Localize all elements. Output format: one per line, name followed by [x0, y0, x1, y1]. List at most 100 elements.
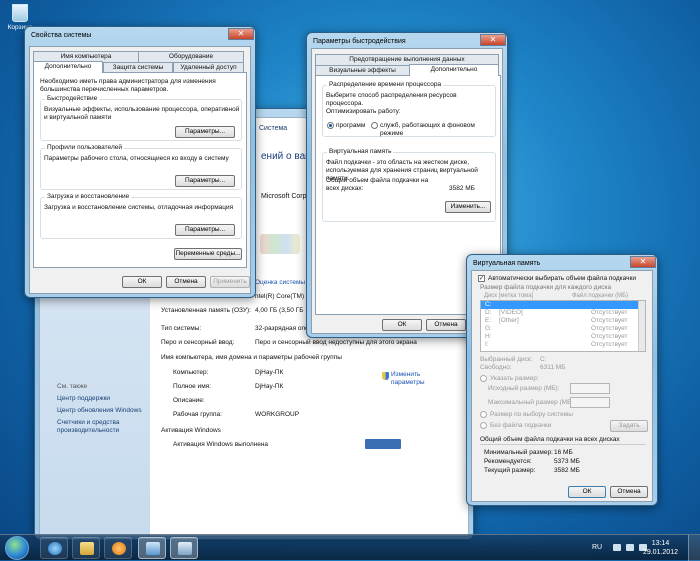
group-description: Визуальные эффекты, использование процес…: [44, 106, 240, 121]
user-profiles-group: Профили пользователей Параметры рабочего…: [40, 144, 242, 190]
radio-custom-size[interactable]: [480, 375, 487, 382]
selected-drive-label: Выбранный диск:: [480, 356, 533, 363]
genuine-badge: [365, 439, 401, 449]
change-virtual-memory-button[interactable]: Изменить...: [445, 201, 491, 213]
auto-pagefile-checkbox[interactable]: ✓: [478, 275, 485, 282]
cancel-button[interactable]: Отмена: [426, 319, 466, 331]
initial-size-input[interactable]: [570, 383, 610, 394]
dialog-body: ✓ Автоматически выбирать объем файла под…: [471, 270, 653, 502]
taskbar-control-panel[interactable]: [138, 537, 166, 559]
environment-variables-button[interactable]: Переменные среды...: [174, 248, 242, 260]
taskbar-media-player[interactable]: [104, 537, 132, 559]
control-panel-icon: [146, 542, 160, 555]
language-indicator[interactable]: RU: [592, 544, 602, 551]
shield-icon: [382, 372, 389, 380]
tab-label: Дополнительно: [430, 66, 478, 73]
group-description: Выберите способ распределения ресурсов п…: [326, 92, 457, 107]
startup-settings-button[interactable]: Параметры...: [175, 224, 235, 236]
info-label: Рабочая группа:: [173, 411, 222, 418]
network-icon[interactable]: [626, 544, 634, 551]
window-controls: ✕: [480, 34, 506, 46]
ok-button[interactable]: ОК: [122, 276, 162, 288]
ok-button[interactable]: ОК: [382, 319, 422, 331]
tab-label: Предотвращение выполнения данных: [349, 56, 465, 63]
info-label: Тип системы:: [161, 325, 202, 332]
max-size-label: Максимальный размер (МБ):: [488, 399, 576, 406]
taskbar-ie[interactable]: [40, 537, 68, 559]
clock[interactable]: 13:14 29.01.2012: [643, 539, 678, 557]
performance-settings-button[interactable]: Параметры...: [175, 126, 235, 138]
see-also-link[interactable]: Центр обновления Windows: [57, 407, 149, 415]
info-label: Установленная память (ОЗУ):: [161, 307, 251, 314]
drive-status: Отсутствует: [591, 317, 628, 324]
max-size-input[interactable]: [570, 397, 610, 408]
auto-pagefile-label: Автоматически выбирать объем файла подка…: [488, 275, 636, 282]
section-computer-name: Имя компьютера, имя домена и параметры р…: [161, 354, 342, 361]
dialog-title: Свойства системы: [31, 32, 92, 39]
radio-programs[interactable]: [327, 122, 334, 129]
virtual-memory-group: Виртуальная память Файл подкачки - это о…: [322, 148, 496, 222]
tab-hardware[interactable]: Оборудование: [138, 51, 244, 62]
tab-label: Оборудование: [168, 53, 214, 60]
ok-button[interactable]: ОК: [568, 486, 606, 498]
drive-letter: I:: [485, 341, 489, 348]
close-button[interactable]: ✕: [228, 28, 254, 40]
see-also-heading: См. также: [57, 383, 88, 390]
taskbar-system-properties[interactable]: [170, 537, 198, 559]
breadcrumb[interactable]: Система: [259, 125, 287, 132]
group-title: Профили пользователей: [45, 144, 124, 151]
folder-icon: [80, 542, 94, 555]
flag-icon[interactable]: [613, 544, 621, 551]
tab-advanced[interactable]: Дополнительно: [409, 64, 499, 76]
recommended-value: 5373 МБ: [554, 458, 580, 465]
drive-row[interactable]: I: Отсутствует: [481, 341, 639, 349]
profiles-settings-button[interactable]: Параметры...: [175, 175, 235, 187]
drive-list[interactable]: C: D: [VIDEO] Отсутствует E: [Other] Отсутству…: [480, 300, 646, 352]
dialog-body: Имя компьютера Оборудование Дополнительн…: [29, 46, 251, 294]
drive-row[interactable]: C:: [481, 301, 639, 309]
tab-label: Визуальные эффекты: [329, 67, 396, 74]
group-description: Параметры рабочего стола, относящиеся ко…: [44, 155, 229, 162]
drive-letter: G:: [485, 325, 492, 332]
drive-list-scrollbar[interactable]: [638, 301, 645, 351]
change-settings-link[interactable]: Изменить параметры: [382, 371, 441, 387]
group-description: Загрузка и восстановление системы, отлад…: [44, 204, 234, 211]
tab-advanced[interactable]: Дополнительно: [33, 61, 103, 73]
tab-label: Имя компьютера: [60, 53, 112, 60]
cancel-button[interactable]: Отмена: [166, 276, 206, 288]
cancel-button[interactable]: Отмена: [610, 486, 648, 498]
free-space-value: 6311 МБ: [540, 364, 566, 371]
radio-programs-label: программ: [336, 122, 366, 129]
radio-no-pagefile[interactable]: [480, 422, 487, 429]
min-size-label: Минимальный размер:: [484, 449, 553, 456]
radio-background-services[interactable]: [371, 122, 378, 129]
optimize-label: Оптимизировать работу:: [326, 108, 401, 115]
change-settings-link-label: Изменить параметры: [391, 371, 425, 386]
windows-logo: [260, 234, 300, 254]
group-title: Виртуальная память: [327, 148, 394, 155]
free-space-label: Свободно:: [480, 364, 512, 371]
apply-button[interactable]: Применить: [210, 276, 250, 288]
drive-row[interactable]: G: Отсутствует: [481, 325, 639, 333]
drive-row[interactable]: H: Отсутствует: [481, 333, 639, 341]
clock-date: 29.01.2012: [642, 549, 678, 556]
drive-status: Отсутствует: [591, 309, 628, 316]
set-button[interactable]: Задать: [610, 420, 648, 432]
drive-row[interactable]: E: [Other] Отсутствует: [481, 317, 639, 325]
close-button[interactable]: ✕: [480, 34, 506, 46]
close-button[interactable]: ✕: [630, 256, 656, 268]
recycle-bin-icon: [12, 4, 28, 22]
drive-row[interactable]: D: [VIDEO] Отсутствует: [481, 309, 639, 317]
total-group-divider: [480, 444, 646, 445]
column-drive: Диск [метка тома]: [484, 293, 534, 299]
start-button[interactable]: [5, 536, 29, 560]
see-also-link[interactable]: Счетчики и средства производительности: [57, 419, 149, 435]
advanced-tab-page: Необходимо иметь права администратора дл…: [33, 72, 247, 268]
recommended-label: Рекомендуется:: [484, 458, 532, 465]
see-also-link[interactable]: Центр поддержки: [57, 395, 149, 403]
radio-system-managed[interactable]: [480, 411, 487, 418]
taskbar-explorer[interactable]: [72, 537, 100, 559]
vm-total-label: Общий объем файла подкачки на всех диска…: [326, 177, 429, 192]
show-desktop-button[interactable]: [688, 535, 700, 561]
dialog-title: Параметры быстродействия: [313, 38, 406, 45]
